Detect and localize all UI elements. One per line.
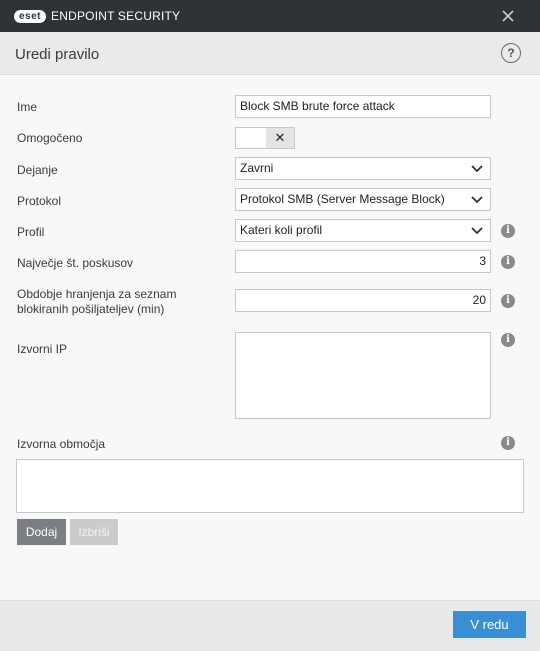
enabled-label: Omogočeno bbox=[17, 131, 83, 145]
toggle-off-icon: ✕ bbox=[266, 128, 294, 148]
eset-logo-mark: eset bbox=[14, 9, 47, 23]
protocol-select[interactable]: Protokol SMB (Server Message Block) bbox=[235, 188, 491, 211]
action-label: Dejanje bbox=[17, 163, 58, 177]
retention-input[interactable]: 20 bbox=[235, 289, 491, 312]
source-zones-label: Izvorna območja bbox=[17, 437, 106, 451]
enabled-toggle[interactable]: ✕ bbox=[235, 127, 295, 149]
help-icon[interactable]: ? bbox=[501, 43, 521, 63]
source-zones-info-icon[interactable]: i bbox=[501, 436, 515, 450]
name-input[interactable]: Block SMB brute force attack bbox=[235, 95, 491, 118]
retention-info-icon[interactable]: i bbox=[501, 294, 515, 308]
protocol-label: Protokol bbox=[17, 194, 62, 208]
chevron-down-icon bbox=[471, 196, 483, 204]
action-select[interactable]: Zavrni bbox=[235, 157, 491, 180]
action-value: Zavrni bbox=[240, 161, 274, 175]
profile-label: Profil bbox=[17, 225, 45, 239]
dialog-header: Uredi pravilo ? bbox=[0, 32, 540, 75]
retention-label-line2: blokiranih pošiljateljev (min) bbox=[17, 302, 165, 316]
delete-button[interactable]: Izbriši bbox=[70, 519, 118, 545]
max-attempts-info-icon[interactable]: i bbox=[501, 255, 515, 269]
profile-value: Kateri koli profil bbox=[240, 223, 323, 237]
title-bar: eset ENDPOINT SECURITY bbox=[0, 0, 540, 32]
name-label: Ime bbox=[17, 100, 38, 114]
source-zones-list[interactable] bbox=[16, 459, 524, 513]
eset-logo: eset ENDPOINT SECURITY bbox=[14, 9, 180, 23]
window-close-icon[interactable] bbox=[497, 6, 519, 26]
profile-select[interactable]: Kateri koli profil bbox=[235, 219, 491, 242]
product-name: ENDPOINT SECURITY bbox=[51, 9, 181, 23]
max-attempts-input[interactable]: 3 bbox=[235, 250, 491, 273]
chevron-down-icon bbox=[471, 227, 483, 235]
source-ip-info-icon[interactable]: i bbox=[501, 333, 515, 347]
source-ip-textarea[interactable] bbox=[235, 332, 491, 419]
retention-label-line1: Obdobje hranjenja za seznam bbox=[17, 287, 177, 301]
dialog-title: Uredi pravilo bbox=[15, 46, 100, 63]
source-ip-label: Izvorni IP bbox=[17, 342, 68, 356]
profile-info-icon[interactable]: i bbox=[501, 224, 515, 238]
ok-button[interactable]: V redu bbox=[453, 611, 526, 638]
protocol-value: Protokol SMB (Server Message Block) bbox=[240, 192, 445, 206]
retention-label: Obdobje hranjenja za seznam blokiranih p… bbox=[17, 287, 176, 317]
max-attempts-label: Največje št. poskusov bbox=[17, 256, 134, 270]
add-button[interactable]: Dodaj bbox=[17, 519, 66, 545]
chevron-down-icon bbox=[471, 165, 483, 173]
